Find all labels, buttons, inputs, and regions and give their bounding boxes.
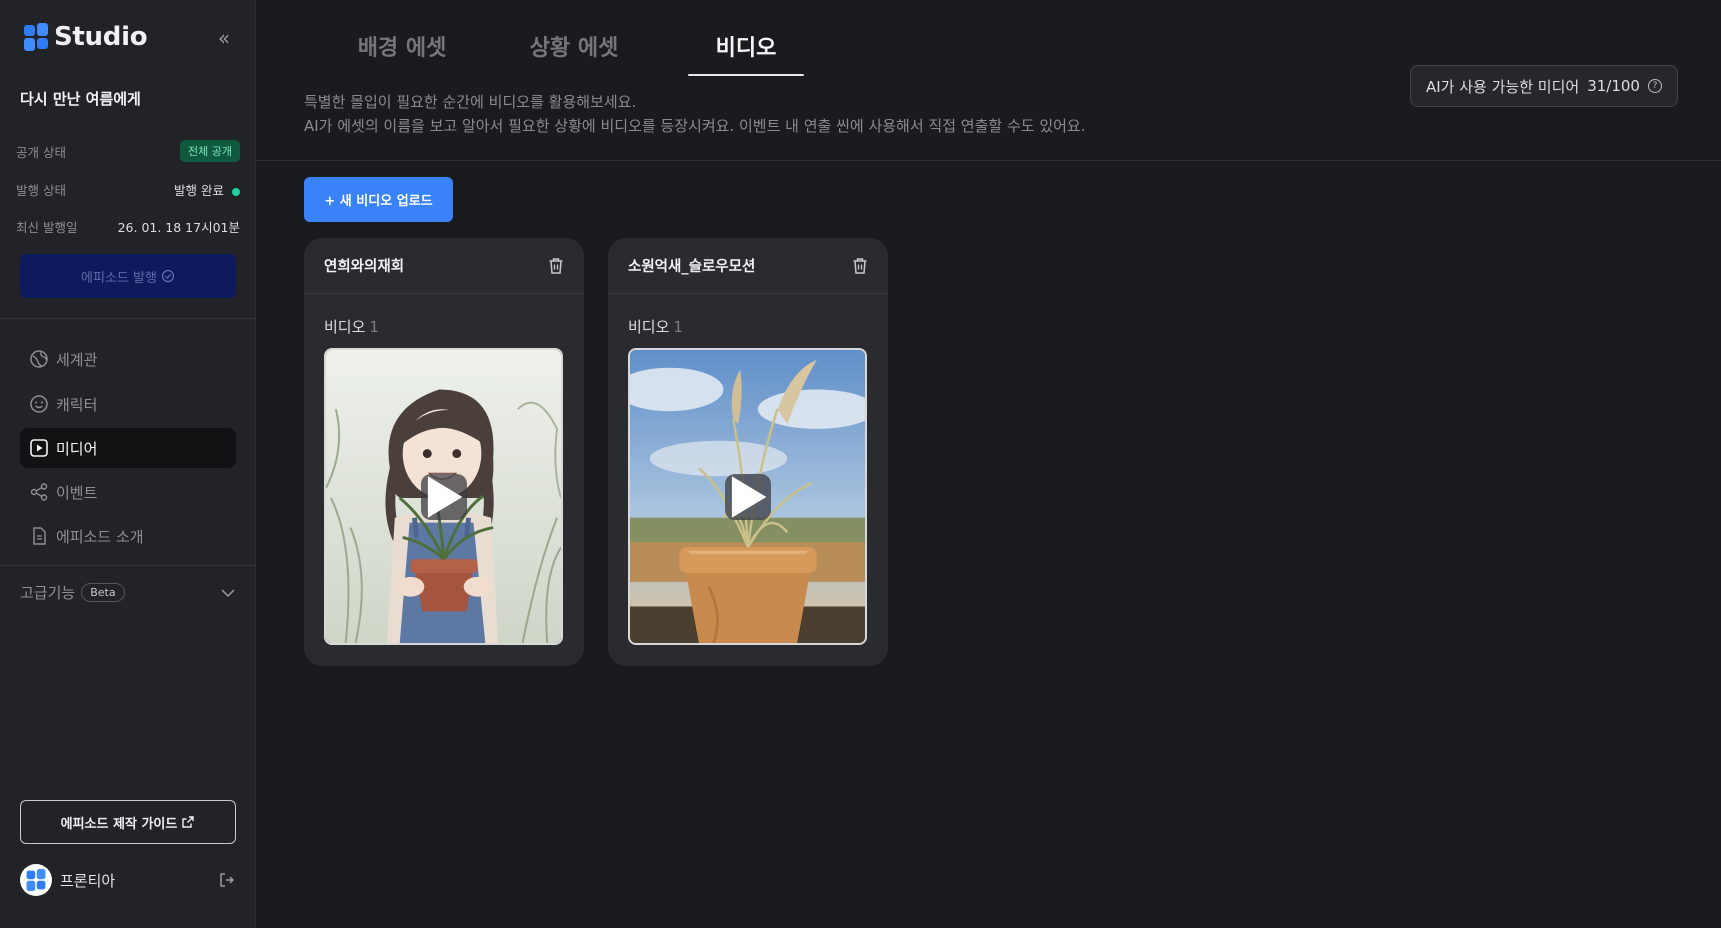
- sidebar-item-label: 세계관: [56, 350, 98, 369]
- sidebar-divider: [0, 565, 256, 566]
- double-chevron-left-icon[interactable]: «: [214, 28, 234, 48]
- episode-guide-label: 에피소드 제작 가이드: [60, 816, 178, 832]
- video-count: 비디오 1: [628, 316, 683, 337]
- description-line-1: 특별한 몰입이 필요한 순간에 비디오를 활용해보세요.: [304, 93, 637, 111]
- sidebar-item-worldview[interactable]: 세계관: [20, 339, 236, 379]
- user-profile[interactable]: 프론티아: [20, 864, 236, 896]
- latest-publish-label: 최신 발행일: [16, 220, 78, 235]
- advanced-features-label: 고급기능: [20, 584, 76, 602]
- avatar: [20, 864, 52, 896]
- publish-status-text: 발행 완료: [174, 183, 224, 198]
- sidebar-item-label: 캐릭터: [56, 395, 98, 414]
- publish-episode-label: 에피소드 발행: [81, 270, 157, 286]
- video-count-label: 비디오: [324, 318, 366, 336]
- visibility-row: 공개 상태 전체 공개: [16, 140, 240, 162]
- video-card: 소원억새_슬로우모션 비디오 1: [608, 238, 888, 666]
- studio-logo-icon: [24, 23, 48, 51]
- sidebar-item-event[interactable]: 이벤트: [20, 472, 236, 512]
- smile-icon: [28, 393, 50, 415]
- publish-status-label: 발행 상태: [16, 183, 66, 198]
- latest-publish-row: 최신 발행일 26. 01. 18 17시01분: [16, 217, 240, 236]
- media-quota-badge: AI가 사용 가능한 미디어 31/100 ?: [1410, 65, 1678, 107]
- globe-icon: [28, 348, 50, 370]
- play-square-icon: [28, 437, 50, 459]
- publish-status-row: 발행 상태 발행 완료: [16, 180, 240, 199]
- project-title: 다시 만난 여름에게: [20, 90, 141, 108]
- play-icon[interactable]: [724, 473, 771, 520]
- studio-app: Studio « 다시 만난 여름에게 공개 상태 전체 공개 발행 상태 발행…: [0, 0, 1721, 928]
- card-header: 소원억새_슬로우모션: [608, 238, 888, 294]
- sidebar-item-label: 이벤트: [56, 483, 98, 502]
- trash-icon[interactable]: [548, 257, 564, 275]
- description-line-2: AI가 에셋의 이름을 보고 알아서 필요한 상황에 비디오를 등장시켜요. 이…: [304, 117, 1086, 135]
- user-name: 프론티아: [60, 871, 116, 890]
- video-thumbnail[interactable]: [324, 348, 563, 645]
- tab-video[interactable]: 비디오: [660, 30, 832, 76]
- beta-badge: Beta: [81, 583, 125, 602]
- video-count-number: 1: [369, 318, 379, 336]
- sidebar-item-label: 미디어: [56, 439, 98, 458]
- video-count-label: 비디오: [628, 318, 670, 336]
- external-link-icon: [182, 816, 195, 828]
- trash-icon[interactable]: [852, 257, 868, 275]
- card-header: 연희와의재회: [304, 238, 584, 294]
- quota-value: 31/100: [1587, 77, 1640, 95]
- video-count-number: 1: [673, 318, 683, 336]
- main-divider: [256, 160, 1721, 161]
- sidebar-divider: [0, 318, 256, 319]
- publish-episode-button[interactable]: 에피소드 발행: [20, 254, 236, 298]
- chevron-down-icon: [221, 588, 235, 597]
- brand[interactable]: Studio: [24, 22, 148, 52]
- asset-tabs: 배경 에셋 상황 에셋 비디오: [316, 30, 832, 76]
- publish-status-value: 발행 완료: [174, 180, 240, 199]
- latest-publish-value: 26. 01. 18 17시01분: [117, 220, 240, 235]
- visibility-badge: 전체 공개: [180, 140, 240, 162]
- advanced-features-toggle[interactable]: 고급기능 Beta: [20, 582, 236, 603]
- status-dot-icon: [232, 187, 240, 196]
- video-count: 비디오 1: [324, 316, 379, 337]
- document-icon: [28, 525, 50, 547]
- sidebar: Studio « 다시 만난 여름에게 공개 상태 전체 공개 발행 상태 발행…: [0, 0, 256, 928]
- tab-background-asset[interactable]: 배경 에셋: [316, 30, 488, 76]
- sidebar-item-label: 에피소드 소개: [56, 527, 144, 546]
- upload-video-button[interactable]: + 새 비디오 업로드: [304, 177, 453, 222]
- sidebar-item-character[interactable]: 캐릭터: [20, 384, 236, 424]
- visibility-label: 공개 상태: [16, 144, 66, 160]
- brand-name: Studio: [54, 22, 148, 52]
- tab-situation-asset[interactable]: 상황 에셋: [488, 30, 660, 76]
- user-logo-icon: [26, 869, 46, 891]
- episode-guide-button[interactable]: 에피소드 제작 가이드: [20, 800, 236, 844]
- quota-label: AI가 사용 가능한 미디어: [1426, 77, 1580, 96]
- logout-icon[interactable]: [218, 871, 236, 889]
- share-nodes-icon: [28, 481, 50, 503]
- card-title: 연희와의재회: [324, 259, 405, 275]
- card-title: 소원억새_슬로우모션: [628, 259, 756, 275]
- video-card: 연희와의재회 비디오 1: [304, 238, 584, 666]
- play-icon[interactable]: [420, 473, 467, 520]
- help-icon[interactable]: ?: [1647, 79, 1662, 93]
- sidebar-item-episode-intro[interactable]: 에피소드 소개: [20, 516, 236, 556]
- video-thumbnail[interactable]: [628, 348, 867, 645]
- page-description: 특별한 몰입이 필요한 순간에 비디오를 활용해보세요. AI가 에셋의 이름을…: [304, 90, 1085, 138]
- check-circle-icon: [161, 269, 175, 283]
- sidebar-item-media[interactable]: 미디어: [20, 428, 236, 468]
